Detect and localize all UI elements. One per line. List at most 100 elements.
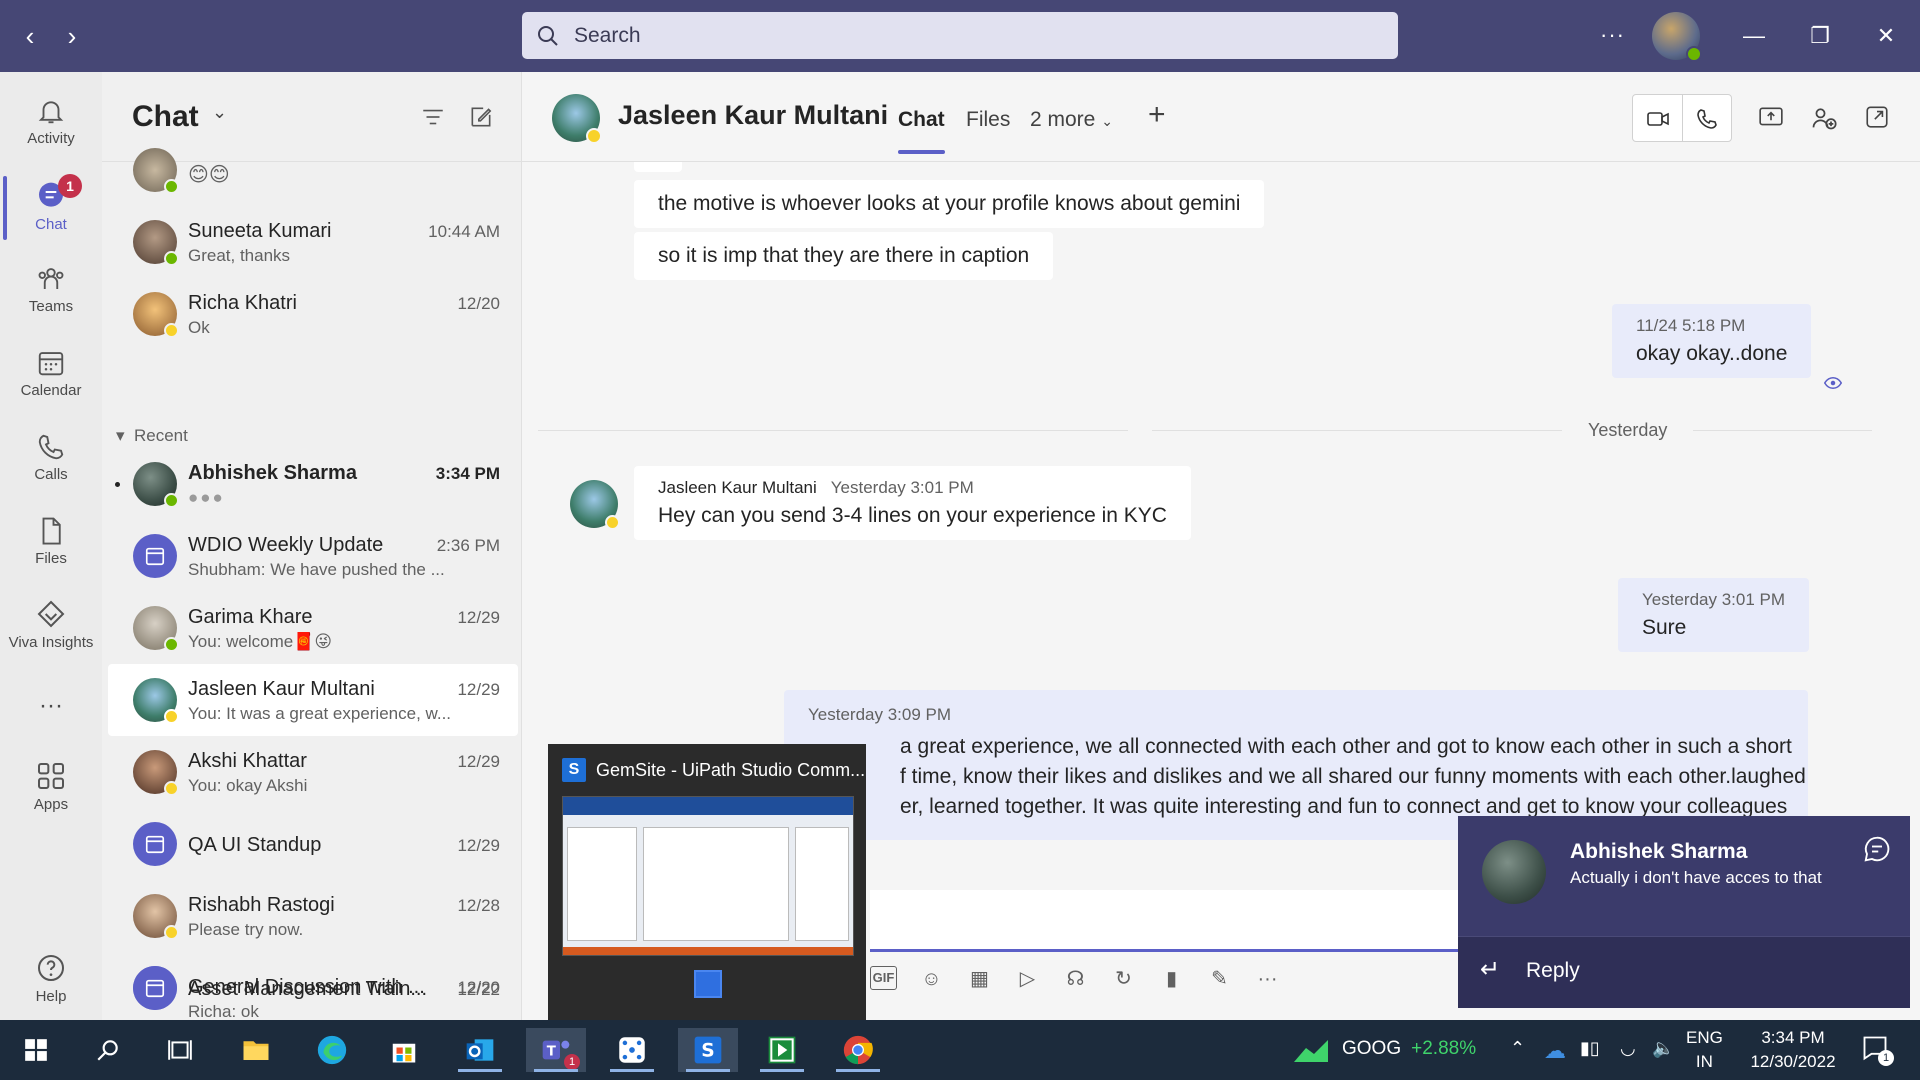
- typing-indicator: ●●●: [188, 488, 225, 507]
- edge-icon: [317, 1035, 347, 1065]
- onedrive-icon[interactable]: ☁: [1544, 1038, 1566, 1064]
- phone-icon[interactable]: [1695, 107, 1719, 131]
- list-item[interactable]: WDIO Weekly Update Shubham: We have push…: [108, 520, 518, 592]
- new-chat-icon[interactable]: [468, 104, 494, 130]
- action-center-button[interactable]: 1: [1860, 1034, 1894, 1066]
- avatar: [133, 148, 179, 194]
- language-indicator[interactable]: ENG IN: [1686, 1026, 1723, 1074]
- pop-out-icon[interactable]: [1864, 104, 1890, 130]
- chevron-up-icon[interactable]: ⌃: [1510, 1038, 1525, 1059]
- compose-box[interactable]: [870, 890, 1520, 952]
- chat-icon[interactable]: [1862, 834, 1892, 864]
- gif-icon[interactable]: GIF: [870, 966, 897, 990]
- rail-files[interactable]: Files: [0, 504, 102, 584]
- list-item[interactable]: QA UI Standup 12/29: [108, 808, 518, 880]
- status-available-icon: [164, 493, 179, 508]
- tab-files[interactable]: Files: [966, 108, 1010, 132]
- preview-thumbnail[interactable]: [562, 796, 854, 956]
- schedule-meeting-icon[interactable]: ▦: [966, 966, 993, 993]
- taskbar-window-preview[interactable]: S GemSite - UiPath Studio Comm...: [548, 744, 866, 1020]
- outlook-app[interactable]: [450, 1028, 510, 1072]
- list-item[interactable]: Richa Khatri Ok 12/20: [108, 278, 518, 350]
- list-item[interactable]: General Discussion with ... Richa: ok 12…: [108, 952, 518, 1020]
- list-item[interactable]: Suneeta Kumari Great, thanks 10:44 AM: [108, 206, 518, 278]
- list-item[interactable]: Garima Khare You: welcome🧧😜 12/29: [108, 592, 518, 664]
- rail-calendar[interactable]: Calendar: [0, 336, 102, 416]
- forms-icon[interactable]: ✎: [1206, 966, 1233, 993]
- tab-more[interactable]: 2 more ⌄: [1030, 108, 1113, 132]
- file-explorer-app[interactable]: [226, 1028, 286, 1072]
- recent-section-label[interactable]: ▾ Recent: [116, 426, 188, 446]
- rail-apps[interactable]: Apps: [0, 748, 102, 828]
- list-item-selected[interactable]: Jasleen Kaur Multani You: It was a great…: [108, 664, 518, 736]
- loop-icon[interactable]: ↻: [1110, 966, 1137, 993]
- battery-icon[interactable]: ▮▯: [1580, 1038, 1600, 1059]
- system-clock[interactable]: 3:34 PM 12/30/2022: [1738, 1026, 1848, 1074]
- uipath-assistant-app[interactable]: [752, 1028, 812, 1072]
- restore-icon[interactable]: ❐: [1800, 16, 1840, 56]
- chat-list-title[interactable]: Chat: [132, 100, 199, 134]
- back-arrow-icon[interactable]: ‹: [14, 20, 46, 52]
- uipath-studio-app[interactable]: S: [678, 1028, 738, 1072]
- search-input[interactable]: Search: [522, 12, 1398, 59]
- chat-list-pane: Chat ⌄ 😊😊 Suneeta Kumari Great, thanks 1…: [102, 72, 522, 1020]
- file-icon: [42, 517, 61, 545]
- volume-icon[interactable]: 🔈: [1652, 1038, 1674, 1059]
- message-bubble[interactable]: the motive is whoever looks at your prof…: [634, 180, 1265, 228]
- rail-more[interactable]: ···: [0, 678, 102, 738]
- calendar-icon: [38, 352, 64, 376]
- message-bubble-own[interactable]: Yesterday 3:01 PM Sure: [1618, 578, 1810, 652]
- message-bubble-own[interactable]: 11/24 5:18 PM okay okay..done: [1612, 304, 1812, 378]
- filter-icon[interactable]: [420, 104, 446, 130]
- message-bubble[interactable]: Jasleen Kaur Multani Yesterday 3:01 PM He…: [634, 466, 1191, 540]
- list-item[interactable]: 😊😊: [108, 148, 518, 200]
- rail-label: Viva Insights: [8, 634, 94, 651]
- avatar[interactable]: [552, 94, 602, 144]
- add-tab-button[interactable]: +: [1148, 98, 1166, 132]
- more-options-icon[interactable]: ···: [1254, 966, 1281, 993]
- chrome-app[interactable]: [828, 1028, 888, 1072]
- stock-ticker[interactable]: GOOG +2.88%: [1342, 1038, 1476, 1060]
- forward-arrow-icon[interactable]: ›: [56, 20, 88, 52]
- rail-activity[interactable]: Activity: [0, 84, 102, 164]
- start-button[interactable]: [6, 1028, 66, 1072]
- task-view-button[interactable]: [150, 1028, 210, 1072]
- more-options-icon[interactable]: ···: [1600, 22, 1625, 48]
- chat-preview: Please try now.: [188, 920, 304, 939]
- sticker-icon[interactable]: ☺: [918, 966, 945, 993]
- video-call-icon[interactable]: [1645, 107, 1671, 131]
- taskbar-search[interactable]: [78, 1028, 138, 1072]
- message-bubble[interactable]: so it is imp that they are there in capt…: [634, 232, 1054, 280]
- wifi-icon[interactable]: ◡: [1620, 1038, 1636, 1059]
- share-screen-icon[interactable]: [1758, 104, 1784, 130]
- close-icon[interactable]: ✕: [1866, 16, 1906, 56]
- rail-help[interactable]: Help: [0, 940, 102, 1020]
- rail-teams[interactable]: Teams: [0, 252, 102, 332]
- avatar[interactable]: [570, 480, 620, 530]
- list-item[interactable]: Abhishek Sharma ●●● 3:34 PM: [108, 448, 518, 520]
- message-timestamp: Yesterday 3:09 PM: [808, 705, 952, 724]
- app-icon[interactable]: [602, 1028, 662, 1072]
- chevron-down-icon[interactable]: ⌄: [212, 102, 227, 123]
- status-away-icon: [586, 128, 602, 144]
- rail-label: Activity: [27, 130, 75, 147]
- list-item[interactable]: Akshi Khattar You: okay Akshi 12/29: [108, 736, 518, 808]
- stream-icon[interactable]: ▷: [1014, 966, 1041, 993]
- list-item[interactable]: Rishabh Rastogi Please try now. 12/28: [108, 880, 518, 952]
- praise-icon[interactable]: ☊: [1062, 966, 1089, 993]
- rail-viva-insights[interactable]: Viva Insights: [0, 586, 102, 666]
- chat-time: 12/29: [457, 680, 500, 699]
- approvals-icon[interactable]: ▮: [1158, 966, 1185, 993]
- stop-icon[interactable]: [694, 970, 722, 998]
- minimize-icon[interactable]: —: [1734, 16, 1774, 56]
- tab-chat[interactable]: Chat: [898, 108, 945, 154]
- notification-toast[interactable]: Abhishek Sharma Actually i don't have ac…: [1458, 816, 1910, 1008]
- add-people-icon[interactable]: [1810, 104, 1838, 132]
- teams-app[interactable]: T 1: [526, 1028, 586, 1072]
- rail-chat[interactable]: 1 Chat: [0, 168, 102, 248]
- rail-calls[interactable]: Calls: [0, 420, 102, 500]
- reply-button[interactable]: ↵ Reply: [1458, 936, 1910, 1008]
- user-avatar[interactable]: [1652, 12, 1702, 62]
- edge-app[interactable]: [302, 1028, 362, 1072]
- store-app[interactable]: [374, 1028, 434, 1072]
